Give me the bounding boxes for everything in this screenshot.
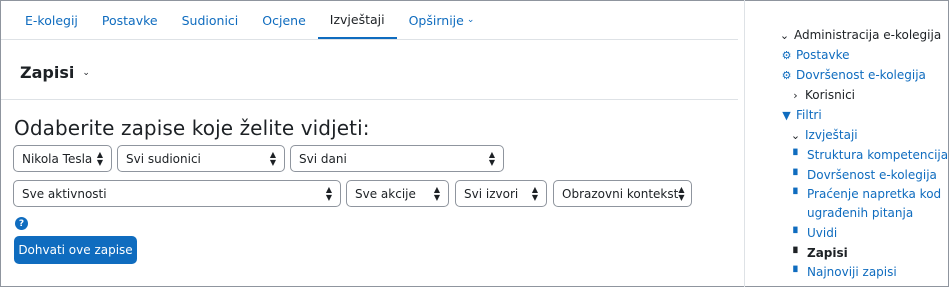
chevron-down-icon: ⌄ <box>82 67 90 78</box>
sidebar-item-label: Zapisi <box>807 246 848 260</box>
sidebar-item-label: Najnoviji zapisi <box>807 265 897 279</box>
sidebar-item-filters[interactable]: ▼ Filtri <box>780 106 822 125</box>
help-icon[interactable]: ? <box>15 217 28 230</box>
sidebar-item-label: Praćenje napretka kod <box>807 187 942 201</box>
chart-icon: ▘ <box>793 247 802 260</box>
tab-reports[interactable]: Izvještaji <box>317 1 397 39</box>
select-value: Obrazovni kontekst <box>562 186 679 201</box>
select-value: Sve akcije <box>355 186 416 201</box>
select-value: Nikola Tesla <box>22 151 93 166</box>
sidebar-item-insights[interactable]: ▘ Uvidi <box>791 224 837 243</box>
chevron-right-icon: › <box>793 89 798 102</box>
sidebar-item-course-completion[interactable]: ⚙ Dovršenost e-kolegija <box>780 66 926 85</box>
sidebar-item-settings[interactable]: ⚙ Postavke <box>780 46 850 65</box>
get-logs-button[interactable]: Dohvati ove zapise <box>14 236 137 264</box>
sidebar-item-competency-breakdown[interactable]: ▘ Struktura kompetencija <box>791 146 948 165</box>
participants-select[interactable]: Svi sudionici ▲ ▼ <box>117 145 285 172</box>
divider <box>1 39 738 40</box>
tab-more[interactable]: Opširnije ⌄ <box>397 1 487 39</box>
sidebar-item-label: Dovršenost e-kolegija <box>807 168 937 182</box>
actions-select[interactable]: Sve akcije ▲ ▼ <box>346 180 449 207</box>
tab-label: Ocjene <box>262 12 306 28</box>
chevron-down-icon: ⌄ <box>466 15 475 25</box>
sources-select[interactable]: Svi izvori ▲ ▼ <box>455 180 547 207</box>
sidebar-item-course-completion-report[interactable]: ▘ Dovršenost e-kolegija <box>791 166 937 185</box>
sort-arrows-icon: ▲ ▼ <box>96 149 103 167</box>
select-value: Sve aktivnosti <box>22 186 107 201</box>
activities-select[interactable]: Sve aktivnosti ▲ ▼ <box>13 180 341 207</box>
sort-arrows-icon: ▲ ▼ <box>678 184 685 202</box>
course-admin-sidebar: ⌄ Administracija e-kolegija ⚙ Postavke ⚙ Do… <box>745 0 948 286</box>
sidebar-item-label: ugrađenih pitanja <box>807 206 914 220</box>
select-value: Svi dani <box>299 151 347 166</box>
sidebar-item-label: Uvidi <box>807 226 838 240</box>
sort-arrows-icon: ▲ ▼ <box>531 184 538 202</box>
sidebar-item-label: Dovršenost e-kolegija <box>796 68 926 82</box>
select-value: Svi sudionici <box>126 151 201 166</box>
sidebar-item-label: Izvještaji <box>805 128 858 142</box>
chart-icon: ▘ <box>793 266 802 279</box>
tab-label: E-kolegij <box>25 12 78 28</box>
gear-icon: ⚙ <box>781 49 792 62</box>
tab-participants[interactable]: Sudionici <box>170 1 251 39</box>
sort-arrows-icon: ▲ ▼ <box>269 149 276 167</box>
page-title: Zapisi <box>20 63 75 82</box>
tab-label: Sudionici <box>181 12 239 28</box>
main-content: E-kolegij Postavke Sudionici Ocjene Izvj… <box>1 1 738 286</box>
tab-settings[interactable]: Postavke <box>90 1 170 39</box>
context-select[interactable]: Obrazovni kontekst ▲ ▼ <box>553 180 692 207</box>
tab-label: Izvještaji <box>329 11 385 27</box>
chart-icon: ▘ <box>793 227 802 240</box>
filter-icon: ▼ <box>782 109 791 122</box>
sidebar-item-live-logs[interactable]: ▘ Najnoviji zapisi <box>791 263 897 282</box>
page-title-menu[interactable]: Zapisi ⌄ <box>20 63 90 82</box>
sort-arrows-icon: ▲ ▼ <box>433 184 440 202</box>
sidebar-item-admin[interactable]: ⌄ Administracija e-kolegija <box>778 26 941 45</box>
sidebar-item-reports[interactable]: ⌄ Izvještaji <box>789 126 858 145</box>
sidebar-item-label: Korisnici <box>805 88 856 102</box>
sidebar-item-label: Struktura kompetencija <box>807 148 949 162</box>
sidebar-item-label: Administracija e-kolegija <box>794 28 942 42</box>
sidebar-item-embedded-questions-progress[interactable]: ▘ Praćenje napretka kod <box>791 185 941 204</box>
secondary-navigation: E-kolegij Postavke Sudionici Ocjene Izvj… <box>13 1 486 39</box>
sidebar-item-label: Filtri <box>796 108 822 122</box>
gear-icon: ⚙ <box>781 69 792 82</box>
tab-grades[interactable]: Ocjene <box>250 1 318 39</box>
chart-icon: ▘ <box>793 169 802 182</box>
chevron-down-icon: ⌄ <box>779 29 790 42</box>
filter-heading: Odaberite zapise koje želite vidjeti: <box>14 116 370 140</box>
tab-course[interactable]: E-kolegij <box>13 1 90 39</box>
tab-label: Postavke <box>101 12 158 28</box>
sidebar-item-label: Postavke <box>796 48 850 62</box>
select-value: Svi izvori <box>464 186 519 201</box>
days-select[interactable]: Svi dani ▲ ▼ <box>290 145 504 172</box>
user-select[interactable]: Nikola Tesla ▲ ▼ <box>13 145 112 172</box>
divider <box>1 99 738 100</box>
chart-icon: ▘ <box>793 149 802 162</box>
chevron-down-icon: ⌄ <box>790 129 801 142</box>
sidebar-item-embedded-questions-progress-line2[interactable]: ugrađenih pitanja <box>807 204 913 223</box>
chart-icon: ▘ <box>793 188 802 201</box>
sidebar-item-users[interactable]: › Korisnici <box>789 86 855 105</box>
sort-arrows-icon: ▲ ▼ <box>325 184 332 202</box>
sort-arrows-icon: ▲ ▼ <box>488 149 495 167</box>
sidebar-item-logs[interactable]: ▘ Zapisi <box>791 244 848 263</box>
tab-label: Opširnije <box>408 12 464 28</box>
